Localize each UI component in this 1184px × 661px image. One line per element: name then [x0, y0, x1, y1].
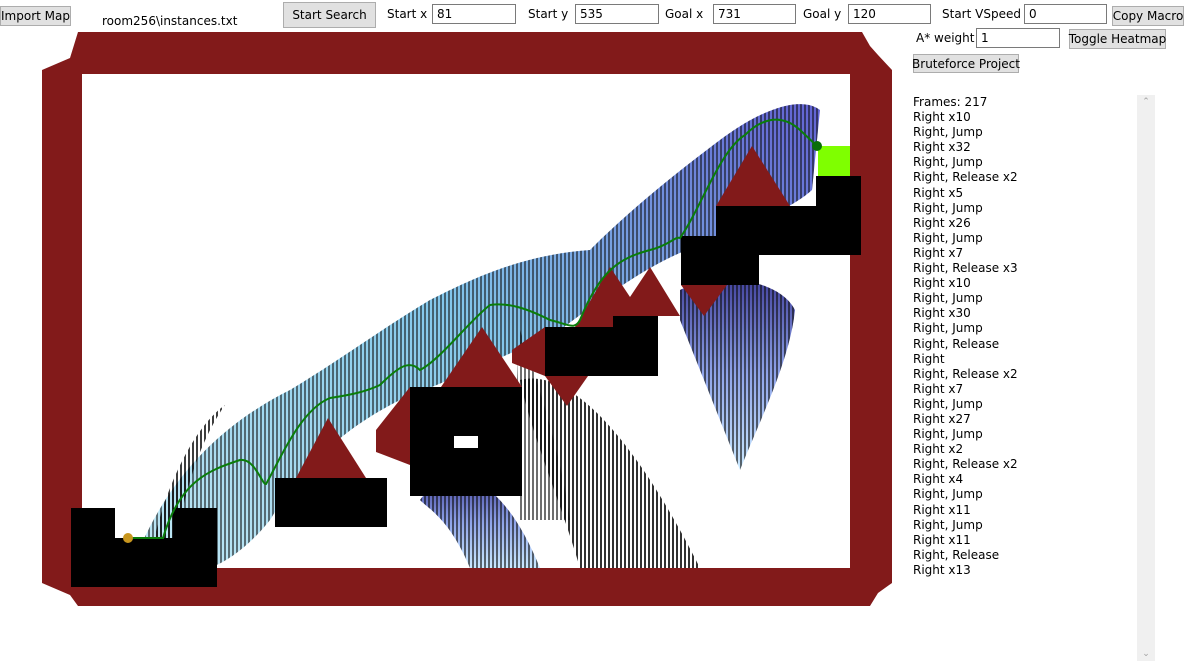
toggle-heatmap-button[interactable]: Toggle Heatmap — [1069, 29, 1166, 49]
macro-line: Right, Jump — [913, 396, 983, 411]
macro-line: Right x10 — [913, 110, 971, 125]
macro-line: Right, Jump — [913, 125, 983, 140]
copy-macro-button[interactable]: Copy Macro — [1112, 6, 1184, 26]
macro-line: Right x7 — [913, 245, 964, 260]
macro-line: Right x11 — [913, 502, 971, 517]
output-scrollbar[interactable]: ⌃ ⌄ — [1137, 95, 1155, 661]
start-search-button[interactable]: Start Search — [283, 2, 376, 28]
macro-line: Right x26 — [913, 215, 971, 230]
scroll-up-icon[interactable]: ⌃ — [1137, 95, 1155, 109]
macro-line: Right x27 — [913, 411, 971, 426]
start-x-field[interactable] — [432, 4, 516, 24]
macro-line: Right, Jump — [913, 321, 983, 336]
macro-line: Right, Jump — [913, 155, 983, 170]
macro-line: Right x7 — [913, 381, 964, 396]
macro-line: Right x30 — [913, 306, 971, 321]
macro-line: Right — [913, 351, 945, 366]
goal-y-field[interactable] — [848, 4, 931, 24]
macro-line: Right, Release — [913, 547, 1000, 562]
macro-line: Right, Release x2 — [913, 457, 1018, 472]
macro-line: Right, Release x2 — [913, 170, 1018, 185]
bruteforce-project-button[interactable]: Bruteforce Project — [912, 54, 1020, 73]
goal-x-label: Goal x — [665, 7, 704, 21]
file-name-label: room256\instances.txt — [102, 14, 238, 28]
macro-line: Right, Jump — [913, 291, 983, 306]
start-y-label: Start y — [528, 7, 569, 21]
macro-line: Right, Jump — [913, 517, 983, 532]
macro-line: Right x4 — [913, 472, 964, 487]
goal-y-label: Goal y — [803, 7, 842, 21]
block-hole — [454, 436, 478, 448]
import-map-button[interactable]: Import Map — [0, 6, 71, 26]
astar-weight-label: A* weight — [916, 31, 975, 45]
start-vspeed-field[interactable] — [1024, 4, 1107, 24]
macro-line: Right x5 — [913, 185, 964, 200]
astar-weight-field[interactable] — [976, 28, 1060, 48]
macro-line: Right, Release x2 — [913, 366, 1018, 381]
start-vspeed-label: Start VSpeed — [942, 7, 1021, 21]
start-x-label: Start x — [387, 7, 428, 21]
start-marker — [123, 533, 133, 543]
macro-line: Right x32 — [913, 140, 971, 155]
macro-output: Frames: 217 Right x10 Right, Jump Right x3… — [913, 95, 1128, 578]
macro-line: Right, Jump — [913, 487, 983, 502]
map-canvas[interactable] — [0, 30, 900, 610]
macro-line: Right, Jump — [913, 427, 983, 442]
macro-line: Right, Release — [913, 336, 1000, 351]
scroll-down-icon[interactable]: ⌄ — [1137, 647, 1155, 661]
macro-line: Right x2 — [913, 442, 964, 457]
goal-marker — [818, 146, 850, 176]
macro-line: Right x10 — [913, 276, 971, 291]
macro-line: Right, Jump — [913, 230, 983, 245]
macro-line: Right, Release x3 — [913, 261, 1018, 276]
macro-line: Right, Jump — [913, 200, 983, 215]
start-y-field[interactable] — [575, 4, 659, 24]
macro-line: Right x11 — [913, 532, 971, 547]
goal-x-field[interactable] — [713, 4, 796, 24]
macro-line: Right x13 — [913, 562, 971, 577]
end-marker — [812, 141, 822, 151]
frames-count: Frames: 217 — [913, 95, 988, 109]
